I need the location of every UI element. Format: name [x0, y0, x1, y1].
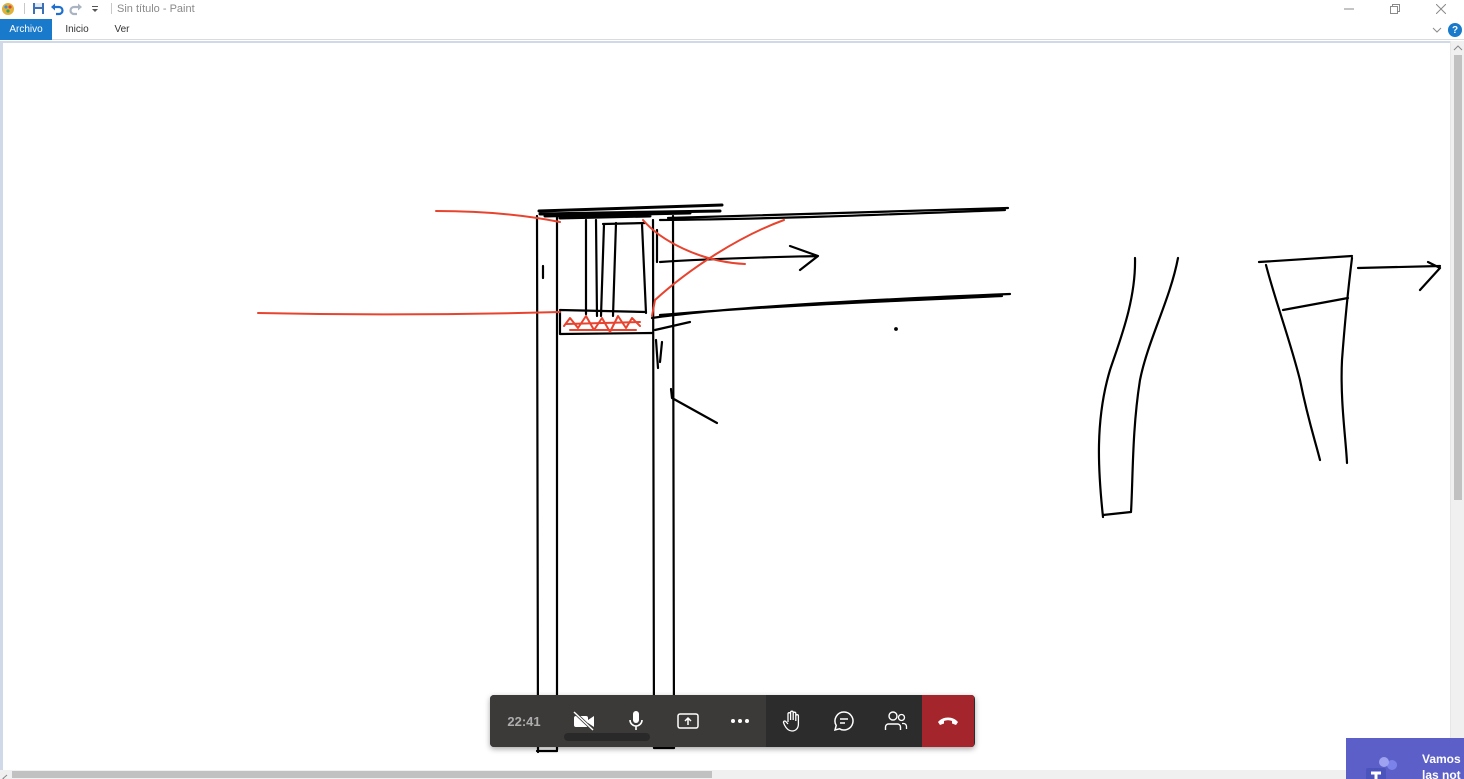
chat-icon: [833, 711, 854, 732]
hang-up-icon: [938, 717, 958, 725]
window-controls: [1326, 0, 1464, 17]
horizontal-scrollbar-thumb[interactable]: [12, 771, 712, 778]
separator: [24, 3, 25, 14]
call-bar-underline: [564, 733, 650, 741]
vertical-scrollbar-thumb[interactable]: [1454, 55, 1462, 500]
title-bar: Sin título - Paint: [0, 0, 1464, 17]
canvas-area: [0, 41, 1464, 779]
more-options-button[interactable]: [714, 695, 766, 747]
ribbon-tabs: Archivo Inicio Ver ?: [0, 18, 1464, 40]
help-icon[interactable]: ?: [1448, 23, 1462, 37]
close-button[interactable]: [1418, 0, 1464, 17]
more-options-icon: [731, 719, 749, 723]
raise-hand-button[interactable]: [766, 695, 818, 747]
scroll-up-icon[interactable]: [1451, 42, 1464, 54]
microphone-icon: [629, 711, 643, 730]
expand-ribbon-icon[interactable]: [1432, 21, 1442, 39]
paint-window: Sin título - Paint Archivo Inicio Ver ?: [0, 0, 1464, 779]
participants-icon: [884, 711, 908, 730]
teams-call-bar: 22:41: [490, 695, 975, 747]
participants-button[interactable]: [870, 695, 922, 747]
call-timer: 22:41: [490, 695, 558, 747]
teams-notification[interactable]: Vamos las not: [1346, 738, 1464, 779]
notification-line-2: las not: [1422, 768, 1461, 779]
tab-inicio[interactable]: Inicio: [55, 19, 99, 40]
share-screen-icon: [677, 713, 699, 729]
undo-icon[interactable]: [49, 1, 65, 17]
window-title: Sin título - Paint: [117, 2, 195, 15]
share-screen-button[interactable]: [662, 695, 714, 747]
tab-archivo[interactable]: Archivo: [0, 19, 52, 40]
notification-line-1: Vamos: [1422, 752, 1461, 766]
chat-button[interactable]: [818, 695, 870, 747]
quick-access-toolbar: Sin título - Paint: [0, 0, 195, 17]
minimize-button[interactable]: [1326, 0, 1372, 17]
tab-ver[interactable]: Ver: [104, 19, 140, 40]
call-social-controls: [766, 695, 974, 747]
ribbon-right-controls: ?: [1432, 21, 1462, 39]
drawing-strokes: [257, 203, 1442, 754]
notification-text: Vamos las not: [1422, 751, 1461, 779]
redo-icon[interactable]: [68, 1, 84, 17]
scroll-left-icon[interactable]: [0, 774, 10, 779]
camera-off-icon: [572, 711, 595, 731]
hang-up-button[interactable]: [922, 695, 974, 747]
raise-hand-icon: [782, 710, 800, 732]
vertical-scrollbar[interactable]: [1450, 41, 1464, 768]
restore-button[interactable]: [1372, 0, 1418, 17]
horizontal-scrollbar[interactable]: [0, 770, 1450, 779]
paint-app-icon[interactable]: [0, 1, 16, 17]
teams-logo-icon: [1366, 757, 1397, 779]
save-icon[interactable]: [30, 1, 46, 17]
separator: [111, 3, 112, 14]
drawing-canvas[interactable]: [3, 43, 1450, 770]
customize-toolbar-icon[interactable]: [87, 1, 103, 17]
